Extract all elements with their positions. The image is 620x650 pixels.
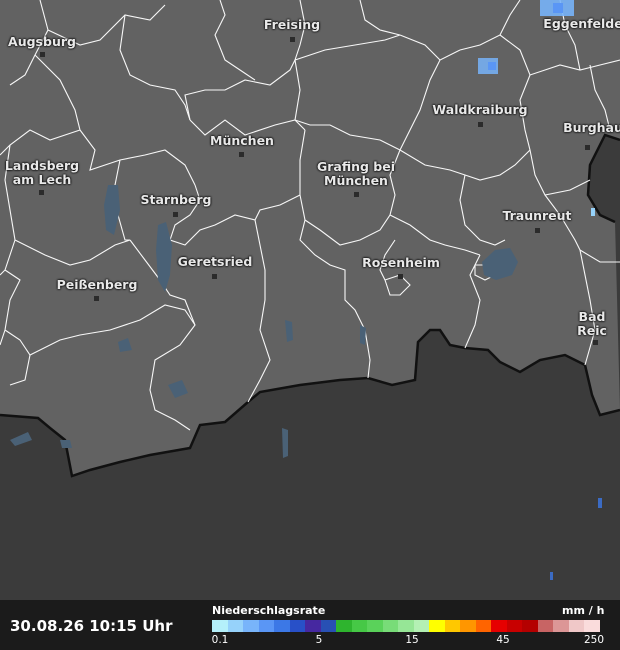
- legend-swatch: [243, 620, 259, 632]
- legend-tick: 0.1: [211, 634, 229, 646]
- legend-swatch: [382, 620, 398, 632]
- legend-tick: 250: [583, 634, 605, 646]
- legend-swatch: [429, 620, 445, 632]
- legend-swatch: [289, 620, 305, 632]
- legend-swatch: [506, 620, 522, 632]
- city-label-geretsried: Geretsried: [177, 254, 253, 269]
- city-label-landsberg: Landsberg am Lech: [4, 158, 80, 187]
- legend-tick: 45: [496, 634, 510, 646]
- city-label-starnberg: Starnberg: [140, 192, 212, 207]
- city-label-waldkraiburg: Waldkraiburg: [432, 102, 528, 117]
- footer-bar: 30.08.26 10:15 Uhr Niederschlagsrate mm …: [0, 600, 620, 650]
- timestamp: 30.08.26 10:15 Uhr: [10, 617, 173, 635]
- legend-color-scale: [212, 620, 600, 632]
- legend-swatch: [491, 620, 507, 632]
- legend-swatch: [522, 620, 538, 632]
- legend-swatch: [413, 620, 429, 632]
- city-label-peissenberg: Peißenberg: [56, 277, 138, 292]
- legend-swatch: [475, 620, 491, 632]
- city-label-eggenfelden: Eggenfelde: [543, 16, 620, 31]
- legend-swatch: [227, 620, 243, 632]
- legend-swatch: [444, 620, 460, 632]
- legend-swatch: [460, 620, 476, 632]
- legend-swatch: [367, 620, 383, 632]
- city-label-grafing: Grafing bei München: [316, 159, 396, 188]
- city-label-bad-reichenhall: Bad Reic: [577, 309, 607, 338]
- legend-swatch: [274, 620, 290, 632]
- legend-swatch: [212, 620, 228, 632]
- legend-swatch: [258, 620, 274, 632]
- legend-swatch: [553, 620, 569, 632]
- legend-tick: 15: [405, 634, 419, 646]
- legend-swatch: [320, 620, 336, 632]
- legend-swatch: [336, 620, 352, 632]
- legend-swatch: [568, 620, 584, 632]
- city-label-traunreut: Traunreut: [502, 208, 572, 223]
- legend-swatch: [398, 620, 414, 632]
- city-label-burghausen: Burghau: [563, 120, 620, 135]
- legend-title: Niederschlagsrate: [212, 604, 326, 617]
- legend-swatch: [537, 620, 553, 632]
- legend-swatch: [305, 620, 321, 632]
- precipitation-map: [0, 0, 620, 600]
- city-label-rosenheim: Rosenheim: [362, 255, 440, 270]
- legend-swatch: [351, 620, 367, 632]
- legend-unit: mm / h: [562, 604, 605, 617]
- city-label-muenchen: München: [210, 133, 274, 148]
- city-label-augsburg: Augsburg: [8, 34, 76, 49]
- city-label-freising: Freising: [263, 17, 321, 32]
- legend-tick: 5: [315, 634, 323, 646]
- legend-swatch: [584, 620, 600, 632]
